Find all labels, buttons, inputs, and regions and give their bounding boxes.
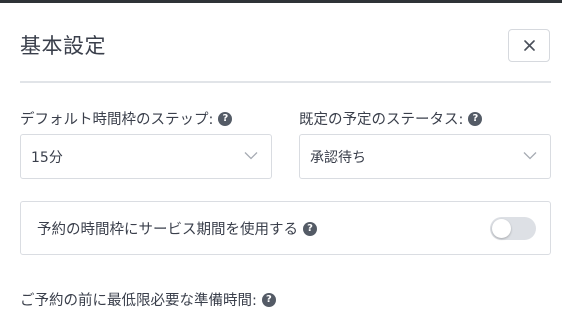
- header-divider: [20, 81, 551, 83]
- help-icon[interactable]: ?: [218, 111, 233, 126]
- close-button[interactable]: [508, 29, 550, 62]
- close-icon: [523, 40, 535, 51]
- service-duration-label: 予約の時間枠にサービス期間を使用する ?: [37, 218, 317, 239]
- default-status-label-text: 既定の予定のステータス:: [299, 112, 464, 128]
- top-bar: [0, 0, 562, 3]
- slot-step-label-text: デフォルト時間枠のステップ:: [20, 112, 214, 128]
- help-icon[interactable]: ?: [303, 221, 317, 236]
- help-icon[interactable]: ?: [468, 111, 483, 126]
- chevron-down-icon: [244, 152, 258, 160]
- slot-step-select[interactable]: 15分: [20, 134, 272, 179]
- slot-step-value: 15分: [31, 149, 63, 166]
- help-icon[interactable]: ?: [261, 292, 276, 307]
- toggle-knob: [492, 219, 511, 238]
- default-status-select[interactable]: 承認待ち: [299, 134, 551, 179]
- dialog-title: 基本設定: [20, 34, 106, 58]
- default-status-label: 既定の予定のステータス: ?: [299, 108, 483, 129]
- min-prep-time-label: ご予約の前に最低限必要な準備時間: ?: [20, 289, 276, 310]
- min-prep-time-label-text: ご予約の前に最低限必要な準備時間:: [20, 293, 257, 309]
- chevron-down-icon: [523, 152, 537, 160]
- service-duration-toggle[interactable]: [490, 217, 536, 240]
- service-duration-row: 予約の時間枠にサービス期間を使用する ?: [20, 201, 551, 255]
- default-status-value: 承認待ち: [310, 149, 366, 166]
- slot-step-label: デフォルト時間枠のステップ: ?: [20, 108, 233, 129]
- service-duration-label-text: 予約の時間枠にサービス期間を使用する: [37, 222, 298, 238]
